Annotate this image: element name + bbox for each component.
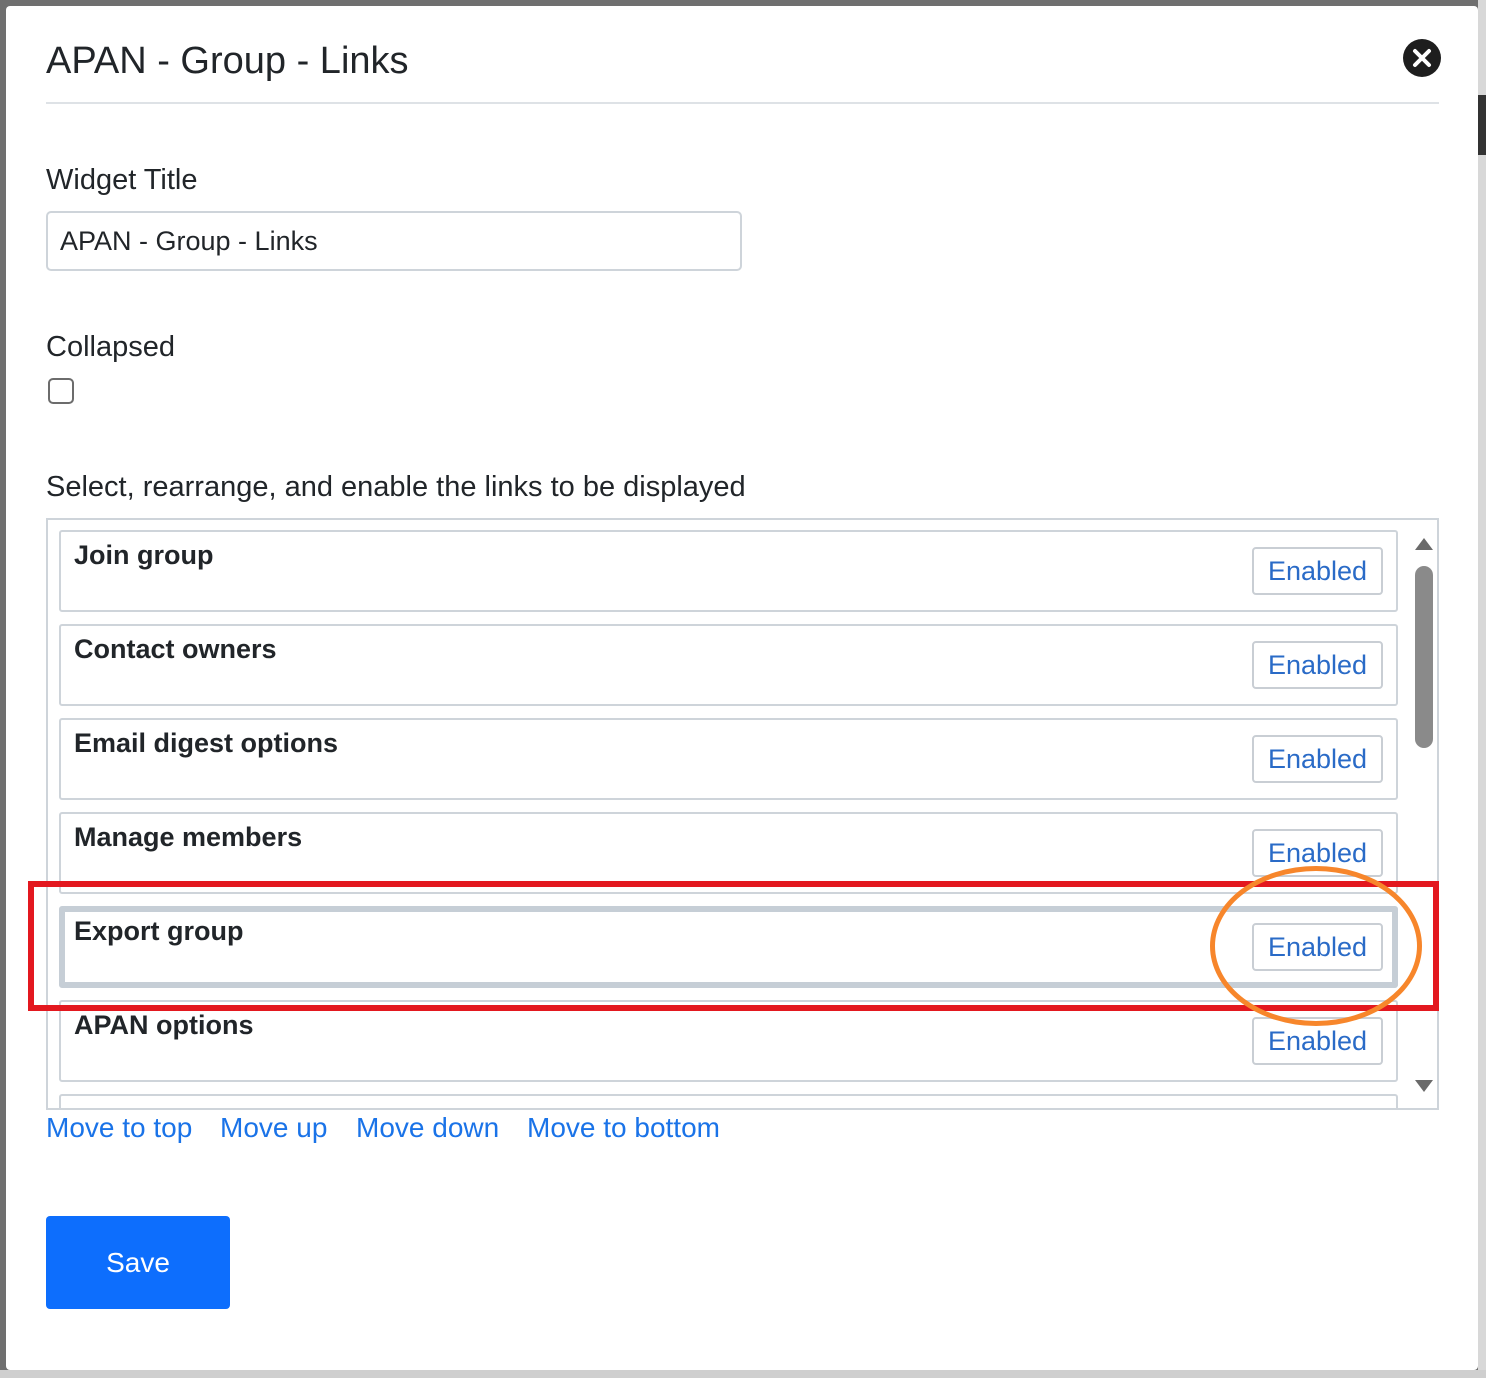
dialog-header: APAN - Group - Links [46,6,1441,104]
enabled-toggle-button[interactable]: Enabled [1252,1017,1383,1065]
links-instruction: Select, rearrange, and enable the links … [46,471,746,503]
move-up-link[interactable]: Move up [220,1112,327,1144]
list-item-contact-owners[interactable]: Contact owners Enabled [59,624,1398,706]
page-backdrop [1478,0,1486,1378]
enabled-toggle-button[interactable]: Enabled [1252,923,1383,971]
link-name: Contact owners [74,634,277,664]
close-icon [1413,49,1431,67]
list-item-export-group[interactable]: Export group Enabled [59,906,1398,988]
collapsed-label: Collapsed [46,331,175,363]
link-name: APAN options [74,1010,254,1040]
widget-title-input[interactable] [46,211,742,271]
list-scrollbar[interactable] [1411,520,1437,1108]
links-list: Join group Enabled Contact owners Enable… [46,518,1439,1110]
list-item-next-partial[interactable] [59,1094,1398,1108]
scroll-up-arrow-icon[interactable] [1415,538,1433,550]
enabled-toggle-button[interactable]: Enabled [1252,547,1383,595]
link-name: Join group [74,540,214,570]
list-item-join-group[interactable]: Join group Enabled [59,530,1398,612]
enabled-toggle-button[interactable]: Enabled [1252,829,1383,877]
close-button[interactable] [1403,39,1441,77]
move-down-link[interactable]: Move down [356,1112,499,1144]
page-backdrop-footer [0,1370,1486,1378]
link-name: Export group [74,916,244,946]
save-button[interactable]: Save [46,1216,230,1309]
dialog-title: APAN - Group - Links [46,40,409,82]
scroll-down-arrow-icon[interactable] [1415,1080,1433,1092]
widget-title-label: Widget Title [46,164,198,196]
enabled-toggle-button[interactable]: Enabled [1252,641,1383,689]
page-backdrop-band [1478,95,1486,155]
collapsed-checkbox[interactable] [48,378,74,404]
move-to-bottom-link[interactable]: Move to bottom [527,1112,720,1144]
list-item-manage-members[interactable]: Manage members Enabled [59,812,1398,894]
enabled-toggle-button[interactable]: Enabled [1252,735,1383,783]
link-name: Email digest options [74,728,339,758]
move-to-top-link[interactable]: Move to top [46,1112,192,1144]
link-name: Manage members [74,822,303,852]
list-item-apan-options[interactable]: APAN options Enabled [59,1000,1398,1082]
list-item-email-digest-options[interactable]: Email digest options Enabled [59,718,1398,800]
widget-settings-dialog: APAN - Group - Links Widget Title Collap… [6,6,1478,1370]
scroll-thumb[interactable] [1415,566,1433,748]
